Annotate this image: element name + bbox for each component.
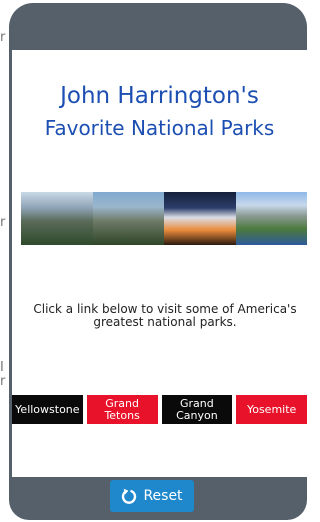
park-link-grand-canyon[interactable]: Grand Canyon — [161, 395, 233, 424]
title-line-1: John Harrington's — [60, 83, 259, 109]
stage: r r I r John Harrington's Favorite Natio… — [0, 0, 307, 522]
mountain-photo — [21, 192, 93, 245]
device-frame: John Harrington's Favorite National Park… — [9, 3, 307, 520]
title-line-2: Favorite National Parks — [44, 116, 275, 140]
park-link-grand-tetons[interactable]: Grand Tetons — [86, 395, 158, 424]
park-link-yellowstone[interactable]: Yellowstone — [12, 395, 83, 424]
park-links: Yellowstone Grand Tetons Grand Canyon Yo… — [12, 395, 307, 424]
intro-text: Click a link below to visit some of Amer… — [33, 302, 297, 329]
reset-label: Reset — [143, 488, 183, 504]
park-link-label: Grand Canyon — [176, 396, 218, 422]
parks-photo-banner — [21, 192, 307, 245]
reset-button[interactable]: Reset — [110, 480, 194, 512]
refresh-icon — [122, 488, 137, 504]
valley-photo — [92, 192, 164, 245]
app-screen: John Harrington's Favorite National Park… — [12, 50, 307, 477]
park-link-label: Grand Tetons — [104, 396, 140, 422]
page-title: John Harrington's Favorite National Park… — [12, 80, 307, 144]
park-link-label: Yosemite — [246, 402, 297, 416]
park-link-yosemite[interactable]: Yosemite — [236, 395, 307, 424]
geyser-photo — [164, 192, 236, 245]
park-link-label: Yellowstone — [15, 402, 80, 416]
river-photo — [235, 192, 307, 245]
